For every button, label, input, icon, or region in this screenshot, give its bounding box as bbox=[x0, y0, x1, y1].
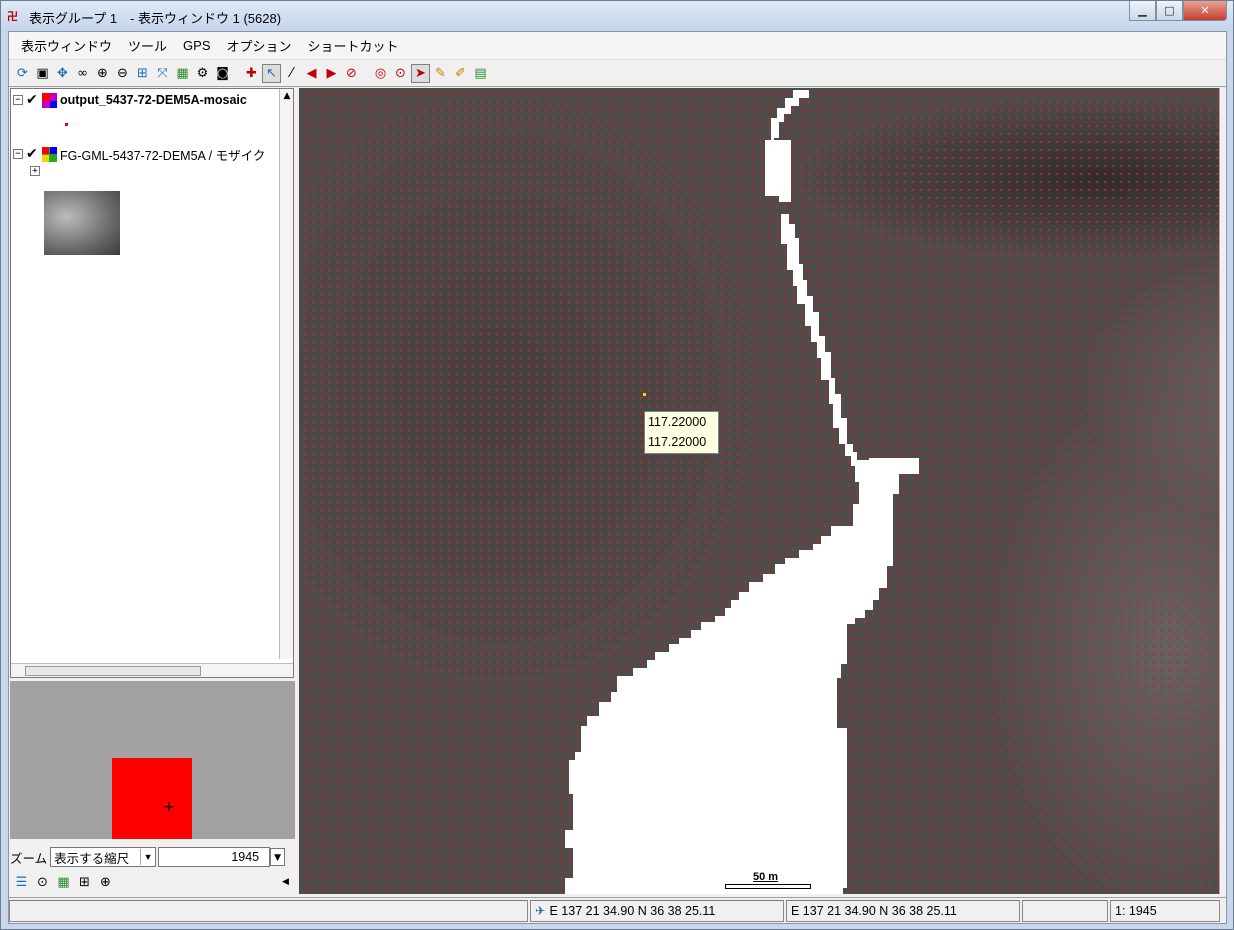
tooltip-value-1: 117.22000 bbox=[648, 415, 707, 429]
collapse-icon[interactable]: − bbox=[13, 95, 23, 105]
water-body-shape bbox=[565, 90, 919, 894]
raster-layer-icon bbox=[42, 92, 57, 108]
panel-toolbar: ☰ ⊙ ▦ ⊞ ⊕ ◀ bbox=[10, 871, 295, 893]
window-controls: ▁ □ ✕ bbox=[1129, 1, 1227, 21]
menu-gps[interactable]: GPS bbox=[175, 38, 218, 53]
layer-row[interactable]: − ✔ output_5437-72-DEM5A-mosaic bbox=[13, 91, 247, 109]
toolbar-separator bbox=[233, 64, 241, 83]
layer-row[interactable]: − ✔ FG-GML-5437-72-DEM5A / モザイク bbox=[13, 145, 265, 163]
menu-options[interactable]: オプション bbox=[219, 36, 300, 55]
zoom-extent-icon[interactable]: ⤧ bbox=[153, 64, 172, 83]
status-scale-value: 1: 1945 bbox=[1115, 903, 1157, 918]
map-icon[interactable]: ▦ bbox=[54, 873, 73, 892]
status-spacer bbox=[1022, 899, 1108, 922]
window-title: 表示グループ 1 - 表示ウィンドウ 1 (5628) bbox=[29, 11, 282, 26]
status-coord-2: E 137 21 34.90 N 36 38 25.11 bbox=[786, 899, 1020, 922]
edit-icon[interactable]: ✐ bbox=[451, 64, 470, 83]
menu-tools[interactable]: ツール bbox=[120, 36, 175, 55]
scroll-up-icon[interactable]: ▲ bbox=[280, 89, 294, 103]
vertical-scrollbar[interactable]: ▲ bbox=[279, 89, 293, 659]
zoom-in-small-icon[interactable]: ⊕ bbox=[96, 873, 115, 892]
cursor-point bbox=[643, 393, 646, 396]
zoom-label: ズーム bbox=[10, 851, 48, 866]
legend-icon[interactable]: ☰ bbox=[12, 873, 31, 892]
back-icon[interactable]: ◀ bbox=[302, 64, 321, 83]
checkmark-icon[interactable]: ✔ bbox=[26, 146, 40, 162]
measure-icon[interactable]: ⁄ bbox=[282, 64, 301, 83]
full-extent-icon[interactable]: ▣ bbox=[33, 64, 52, 83]
coord-2-value: E 137 21 34.90 N 36 38 25.11 bbox=[791, 903, 957, 918]
zoom-scale-value: 1945 bbox=[231, 850, 260, 864]
menu-bar: 表示ウィンドウ ツール GPS オプション ショートカット bbox=[9, 32, 1226, 60]
horizontal-scrollbar[interactable] bbox=[11, 663, 293, 677]
minimize-button[interactable]: ▁ bbox=[1129, 1, 1156, 21]
toolbar: ⟳ ▣ ✥ ∞ ⊕ ⊖ ⊞ ⤧ ▦ ⚙ ◙ ✚ ↖ ⁄ ◀ ▶ ⊘ ◎ ⊙ ➤ … bbox=[9, 61, 1226, 87]
raster-layer-icon bbox=[42, 146, 57, 162]
status-coord-1: ✈ E 137 21 34.90 N 36 38 25.11 bbox=[530, 899, 784, 922]
zoom-scale-field[interactable]: 1945 bbox=[158, 847, 271, 867]
scale-bar-label: 50 m bbox=[753, 871, 779, 883]
zoom-layer-icon[interactable]: ⊞ bbox=[75, 873, 94, 892]
target-icon[interactable]: ◎ bbox=[371, 64, 390, 83]
redraw-icon[interactable]: ⟳ bbox=[13, 64, 32, 83]
pencil-icon[interactable]: ✎ bbox=[431, 64, 450, 83]
layer-thumbnail bbox=[44, 191, 120, 255]
overview-extent-box[interactable] bbox=[112, 758, 192, 839]
close-button[interactable]: ✕ bbox=[1183, 1, 1227, 21]
zoom-out-icon[interactable]: ⊖ bbox=[113, 64, 132, 83]
settings-icon[interactable]: ⚙ bbox=[193, 64, 212, 83]
toolbar-separator bbox=[362, 64, 370, 83]
overview-map[interactable]: + bbox=[10, 681, 295, 839]
app-icon: 卍 bbox=[7, 10, 18, 23]
layer-name: output_5437-72-DEM5A-mosaic bbox=[60, 93, 247, 107]
pointer-icon[interactable]: ➤ bbox=[411, 64, 430, 83]
menu-shortcuts[interactable]: ショートカット bbox=[300, 36, 407, 55]
menu-display-window[interactable]: 表示ウィンドウ bbox=[13, 36, 120, 55]
crosshair-icon: + bbox=[163, 799, 175, 815]
zoom-in-icon[interactable]: ⊕ bbox=[93, 64, 112, 83]
maximize-button[interactable]: □ bbox=[1156, 1, 1183, 21]
map-view[interactable]: 117.22000 117.22000 50 m bbox=[299, 88, 1225, 894]
zoom-icon[interactable]: ⊙ bbox=[33, 873, 52, 892]
client-area: 表示ウィンドウ ツール GPS オプション ショートカット ⟳ ▣ ✥ ∞ ⊕ … bbox=[8, 31, 1227, 924]
checkmark-icon[interactable]: ✔ bbox=[26, 92, 40, 108]
layer-name: FG-GML-5437-72-DEM5A / モザイク bbox=[60, 148, 266, 163]
zoom-mode-value: 表示する縮尺 bbox=[54, 851, 130, 866]
chart-icon[interactable]: ▤ bbox=[471, 64, 490, 83]
coord-1-value: E 137 21 34.90 N 36 38 25.11 bbox=[549, 903, 716, 918]
chevron-down-icon[interactable]: ▼ bbox=[140, 849, 155, 865]
scale-bar: 50 m bbox=[725, 871, 811, 889]
camera-icon[interactable]: ◙ bbox=[213, 64, 232, 83]
zoom-mode-select[interactable]: 表示する縮尺 ▼ bbox=[50, 847, 157, 867]
legend-swatch bbox=[65, 123, 68, 126]
scale-bar-line bbox=[725, 884, 811, 889]
value-tooltip: 117.22000 117.22000 bbox=[644, 411, 719, 454]
title-bar[interactable]: 卍 表示グループ 1 - 表示ウィンドウ 1 (5628) ▁ □ ✕ bbox=[1, 1, 1233, 31]
scroll-thumb[interactable] bbox=[25, 666, 201, 676]
pan-icon[interactable]: ✥ bbox=[53, 64, 72, 83]
status-message bbox=[9, 899, 528, 922]
select-icon[interactable]: ↖ bbox=[262, 64, 281, 83]
layer-panel: − ✔ output_5437-72-DEM5A-mosaic − ✔ FG-G… bbox=[10, 88, 294, 678]
collapse-panel-icon[interactable]: ◀ bbox=[276, 873, 295, 892]
status-scale: 1: 1945 bbox=[1110, 899, 1220, 922]
binoculars-icon[interactable]: ∞ bbox=[73, 64, 92, 83]
stop-icon[interactable]: ⊘ bbox=[342, 64, 361, 83]
zoom-row: ズーム 表示する縮尺 ▼ 1945 ▼ bbox=[10, 845, 295, 869]
add-layer-icon[interactable]: ✚ bbox=[242, 64, 261, 83]
grid-icon[interactable]: ▦ bbox=[173, 64, 192, 83]
zoom-box-icon[interactable]: ⊞ bbox=[133, 64, 152, 83]
chevron-down-icon[interactable]: ▼ bbox=[270, 848, 286, 866]
status-bar: ✈ E 137 21 34.90 N 36 38 25.11 E 137 21 … bbox=[9, 897, 1226, 923]
collapse-icon[interactable]: − bbox=[13, 149, 23, 159]
app-window: 卍 表示グループ 1 - 表示ウィンドウ 1 (5628) ▁ □ ✕ 表示ウィ… bbox=[0, 0, 1234, 930]
find-icon[interactable]: ⊙ bbox=[391, 64, 410, 83]
map-scrollbar[interactable] bbox=[1219, 88, 1225, 894]
expand-icon[interactable]: + bbox=[30, 166, 40, 176]
satellite-icon: ✈ bbox=[535, 904, 546, 918]
forward-icon[interactable]: ▶ bbox=[322, 64, 341, 83]
tooltip-value-2: 117.22000 bbox=[648, 435, 707, 449]
